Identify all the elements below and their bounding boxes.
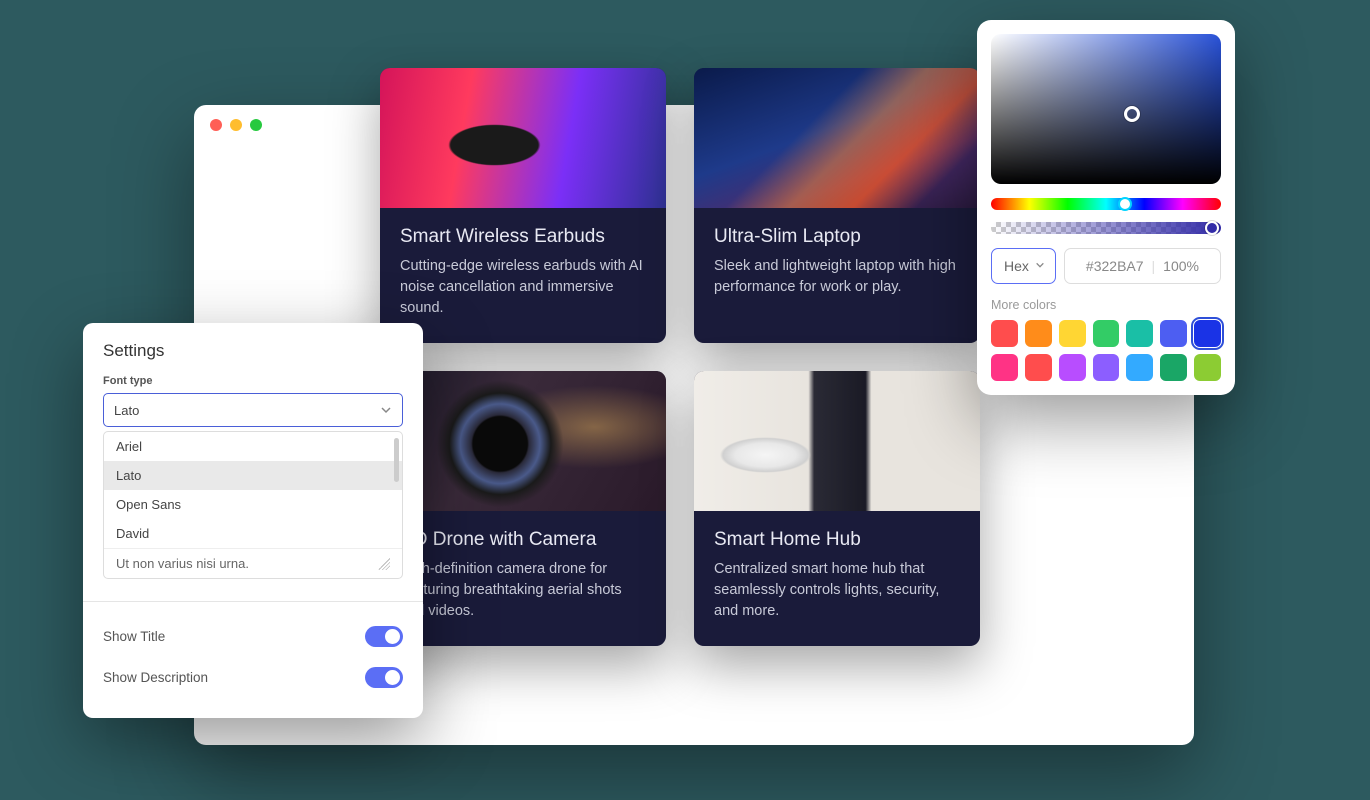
show-title-row: Show Title xyxy=(103,616,403,657)
chevron-down-icon xyxy=(380,404,392,416)
product-image xyxy=(380,68,666,208)
product-description: Centralized smart home hub that seamless… xyxy=(714,559,960,622)
color-swatch[interactable] xyxy=(1194,320,1221,347)
window-close-dot[interactable] xyxy=(210,119,222,131)
color-swatch[interactable] xyxy=(991,320,1018,347)
product-description: Sleek and lightweight laptop with high p… xyxy=(714,256,960,298)
alpha-slider-thumb[interactable] xyxy=(1205,221,1219,235)
color-swatch[interactable] xyxy=(1126,320,1153,347)
font-option[interactable]: Open Sans xyxy=(104,490,402,519)
hue-slider[interactable] xyxy=(991,198,1221,210)
product-image xyxy=(694,68,980,208)
font-type-select[interactable]: Lato xyxy=(103,393,403,427)
font-selected-value: Lato xyxy=(114,403,139,418)
hue-slider-thumb[interactable] xyxy=(1118,197,1132,211)
color-swatch[interactable] xyxy=(1059,354,1086,381)
product-card-body: Smart Wireless Earbuds Cutting-edge wire… xyxy=(380,208,666,343)
color-swatch[interactable] xyxy=(1194,354,1221,381)
color-swatch[interactable] xyxy=(1025,354,1052,381)
product-title: Smart Home Hub xyxy=(714,529,960,551)
input-divider: | xyxy=(1152,258,1156,274)
color-swatch[interactable] xyxy=(1160,320,1187,347)
product-card-body: Ultra-Slim Laptop Sleek and lightweight … xyxy=(694,208,980,322)
chevron-down-icon xyxy=(1035,260,1047,272)
product-title: HD Drone with Camera xyxy=(400,529,646,551)
dropdown-footer-text: Ut non varius nisi urna. xyxy=(116,556,249,571)
show-description-row: Show Description xyxy=(103,657,403,698)
color-input-row: Hex #322BA7 | 100% xyxy=(991,248,1221,284)
color-swatch[interactable] xyxy=(991,354,1018,381)
font-option[interactable]: Lato xyxy=(104,461,402,490)
color-format-value: Hex xyxy=(1004,258,1029,274)
color-swatch[interactable] xyxy=(1126,354,1153,381)
color-swatch[interactable] xyxy=(1160,354,1187,381)
product-title: Smart Wireless Earbuds xyxy=(400,226,646,248)
alpha-value: 100% xyxy=(1163,258,1199,274)
font-option[interactable]: Ariel xyxy=(104,432,402,461)
font-option[interactable]: David xyxy=(104,519,402,548)
color-swatch-grid xyxy=(991,320,1221,381)
font-type-label: Font type xyxy=(103,375,403,387)
settings-title: Settings xyxy=(103,341,403,361)
show-description-label: Show Description xyxy=(103,670,208,685)
product-card[interactable]: Smart Wireless Earbuds Cutting-edge wire… xyxy=(380,68,666,343)
window-minimize-dot[interactable] xyxy=(230,119,242,131)
color-cursor[interactable] xyxy=(1124,106,1140,122)
product-card[interactable]: Ultra-Slim Laptop Sleek and lightweight … xyxy=(694,68,980,343)
color-swatch[interactable] xyxy=(1093,354,1120,381)
hex-input[interactable]: #322BA7 | 100% xyxy=(1064,248,1221,284)
divider xyxy=(83,601,423,602)
color-swatch[interactable] xyxy=(1059,320,1086,347)
product-title: Ultra-Slim Laptop xyxy=(714,226,960,248)
color-format-select[interactable]: Hex xyxy=(991,248,1056,284)
show-description-toggle[interactable] xyxy=(365,667,403,688)
color-saturation-canvas[interactable] xyxy=(991,34,1221,184)
product-image xyxy=(694,371,980,511)
color-swatch[interactable] xyxy=(1025,320,1052,347)
product-card[interactable]: Smart Home Hub Centralized smart home hu… xyxy=(694,371,980,646)
hex-value: #322BA7 xyxy=(1086,258,1144,274)
window-maximize-dot[interactable] xyxy=(250,119,262,131)
product-card-body: Smart Home Hub Centralized smart home hu… xyxy=(694,511,980,646)
scrollbar[interactable] xyxy=(394,438,399,482)
font-dropdown-list[interactable]: Ariel Lato Open Sans David Ut non varius… xyxy=(103,431,403,579)
product-description: Cutting-edge wireless earbuds with AI no… xyxy=(400,256,646,319)
resize-grip-icon[interactable] xyxy=(378,558,390,570)
more-colors-label: More colors xyxy=(991,298,1221,312)
alpha-slider[interactable] xyxy=(991,222,1221,234)
color-swatch[interactable] xyxy=(1093,320,1120,347)
dropdown-footer: Ut non varius nisi urna. xyxy=(104,548,402,578)
show-title-toggle[interactable] xyxy=(365,626,403,647)
product-description: High-definition camera drone for capturi… xyxy=(400,559,646,622)
show-title-label: Show Title xyxy=(103,629,165,644)
product-card-grid: Smart Wireless Earbuds Cutting-edge wire… xyxy=(380,68,980,646)
settings-panel: Settings Font type Lato Ariel Lato Open … xyxy=(83,323,423,718)
color-picker-panel: Hex #322BA7 | 100% More colors xyxy=(977,20,1235,395)
